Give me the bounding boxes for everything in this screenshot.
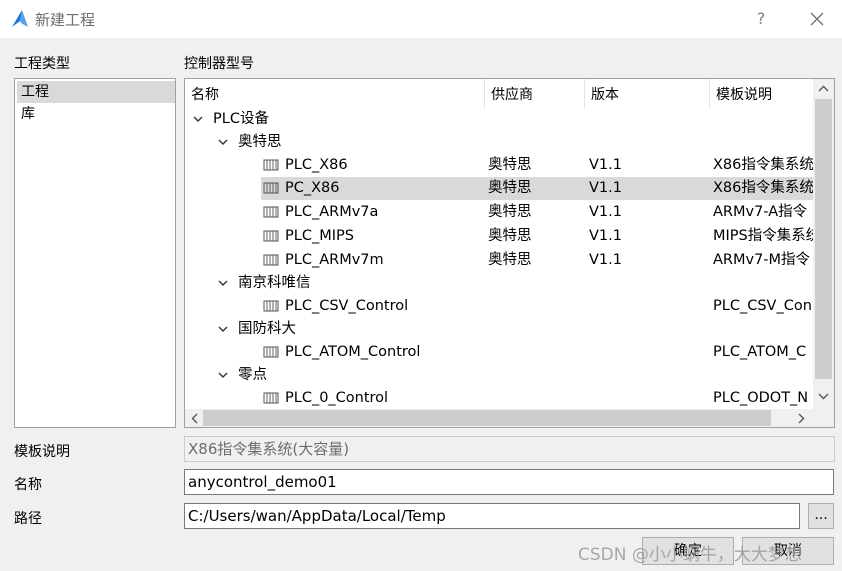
tree-item-name: PLC_CSV_Control: [285, 298, 409, 314]
column-header-name[interactable]: 名称: [185, 79, 485, 109]
tree-item-desc: PLC_ODOT_N: [713, 390, 809, 406]
window-title: 新建工程: [35, 11, 96, 29]
watermark-text: CSDN @小小蜗牛，大大梦想: [578, 545, 802, 565]
device-template-icon: [263, 300, 279, 312]
tree-vendor-label: 国防科大: [238, 321, 296, 337]
device-template-icon: [263, 182, 279, 194]
chevron-down-icon[interactable]: [217, 369, 229, 381]
app-logo-icon: [12, 10, 28, 27]
chevron-right-icon[interactable]: [796, 413, 806, 424]
tree-item-desc: ARMv7-M指令: [713, 252, 811, 268]
tree-vendor-label: 奥特思: [238, 134, 282, 150]
browse-button[interactable]: ...: [808, 503, 834, 529]
project-path-field[interactable]: C:/Users/wan/AppData/Local/Temp: [184, 503, 800, 529]
tree-vendor-label: 南京科唯信: [238, 275, 311, 291]
name-label: 名称: [14, 477, 42, 493]
title-bar: 新建工程 ?: [0, 0, 842, 38]
tree-row[interactable]: 奥特思: [185, 131, 815, 154]
chevron-down-icon[interactable]: [217, 277, 229, 289]
column-header-vendor[interactable]: 供应商: [485, 79, 585, 109]
device-template-icon: [263, 230, 279, 242]
tree-row[interactable]: PLC_ARMv7a 奥特思 V1.1 ARMv7-A指令: [185, 201, 815, 224]
chevron-down-icon[interactable]: [217, 136, 229, 148]
column-header-version[interactable]: 版本: [585, 79, 710, 109]
tree-row[interactable]: 零点: [185, 364, 815, 387]
tree-item-desc: X86指令集系统: [713, 157, 813, 173]
tree-item-vendor: 奥特思: [488, 157, 532, 173]
vertical-scrollbar[interactable]: [813, 79, 834, 409]
tree-item-desc: PLC_ATOM_C: [713, 344, 807, 360]
tree-item-vendor: 奥特思: [488, 204, 532, 220]
device-template-icon: [263, 346, 279, 358]
tree-row[interactable]: PLC_0_Control PLC_ODOT_N: [185, 387, 815, 410]
project-type-label: 工程类型: [14, 56, 70, 72]
tree-item-vendor: 奥特思: [488, 228, 532, 244]
project-name-field[interactable]: anycontrol_demo01: [184, 469, 834, 495]
tree-item-version: V1.1: [589, 252, 622, 268]
tree-row[interactable]: 国防科大: [185, 318, 815, 341]
tree-item-vendor: 奥特思: [488, 180, 532, 196]
tree-item-name: PC_X86: [285, 180, 340, 196]
tree-item-desc: X86指令集系统: [713, 180, 813, 196]
close-button[interactable]: [805, 6, 829, 32]
template-desc-label: 模板说明: [14, 444, 70, 460]
tree-item-vendor: 奥特思: [488, 252, 532, 268]
tree-item-desc: PLC_CSV_Con: [713, 298, 812, 314]
help-button[interactable]: ?: [750, 6, 772, 32]
list-item-project[interactable]: 工程: [17, 81, 175, 103]
list-item-library[interactable]: 库: [17, 103, 175, 125]
tree-row[interactable]: 南京科唯信: [185, 272, 815, 295]
tree-item-name: PLC_MIPS: [285, 228, 354, 244]
chevron-up-icon[interactable]: [818, 84, 829, 94]
tree-row[interactable]: PLC_ATOM_Control PLC_ATOM_C: [185, 341, 815, 364]
tree-item-name: PLC_0_Control: [285, 390, 389, 406]
tree-row[interactable]: PLC_X86 奥特思 V1.1 X86指令集系统: [185, 154, 815, 177]
column-header-template-desc[interactable]: 模板说明: [710, 79, 820, 109]
horizontal-scroll-thumb[interactable]: [203, 410, 771, 426]
device-template-icon: [263, 159, 279, 171]
tree-item-name: PLC_ATOM_Control: [285, 344, 421, 360]
tree-item-desc: ARMv7-A指令: [713, 204, 808, 220]
tree-row[interactable]: PLC_CSV_Control PLC_CSV_Con: [185, 295, 815, 318]
tree-row[interactable]: PC_X86 奥特思 V1.1 X86指令集系统: [185, 177, 815, 200]
chevron-down-icon[interactable]: [818, 391, 829, 401]
path-label: 路径: [14, 511, 42, 527]
tree-item-name: PLC_X86: [285, 157, 348, 173]
project-type-list[interactable]: 工程 库: [14, 78, 176, 428]
tree-row[interactable]: PLC_ARMv7m 奥特思 V1.1 ARMv7-M指令: [185, 249, 815, 272]
tree-item-name: PLC_ARMv7a: [285, 204, 379, 220]
tree-item-version: V1.1: [589, 180, 622, 196]
tree-item-version: V1.1: [589, 204, 622, 220]
horizontal-scrollbar[interactable]: [185, 409, 813, 427]
tree-item-desc: MIPS指令集系统: [713, 228, 813, 244]
chevron-down-icon[interactable]: [217, 323, 229, 335]
controller-tree-table[interactable]: 名称 供应商 版本 模板说明 PLC设备 奥特思 PLC_X86 奥特思 V1.…: [184, 78, 835, 428]
tree-item-version: V1.1: [589, 228, 622, 244]
tree-row[interactable]: PLC_MIPS 奥特思 V1.1 MIPS指令集系统: [185, 225, 815, 248]
tree-item-name: PLC_ARMv7m: [285, 252, 384, 268]
chevron-left-icon[interactable]: [190, 413, 200, 424]
template-desc-field: X86指令集系统(大容量): [184, 436, 835, 462]
tree-row[interactable]: PLC设备: [185, 108, 815, 131]
device-template-icon: [263, 392, 279, 404]
device-template-icon: [263, 254, 279, 266]
chevron-down-icon[interactable]: [192, 113, 204, 125]
close-icon: [810, 12, 824, 26]
tree-vendor-label: 零点: [238, 367, 267, 383]
device-template-icon: [263, 206, 279, 218]
scroll-corner: [813, 409, 834, 427]
tree-item-version: V1.1: [589, 157, 622, 173]
tree-group-label: PLC设备: [213, 111, 269, 127]
controller-model-label: 控制器型号: [184, 56, 254, 72]
vertical-scroll-thumb[interactable]: [815, 99, 832, 379]
